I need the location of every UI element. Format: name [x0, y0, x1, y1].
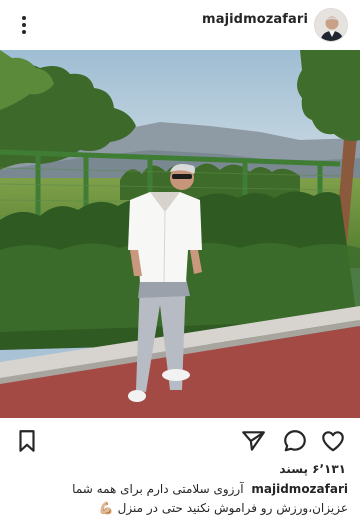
post-header: majidmozafari	[0, 0, 360, 50]
heart-icon[interactable]	[320, 428, 346, 454]
caption-username[interactable]: majidmozafari	[251, 482, 348, 496]
send-icon[interactable]	[240, 428, 266, 454]
bookmark-icon[interactable]	[14, 428, 40, 454]
post-actions	[0, 418, 360, 462]
likes-count[interactable]: ۶٬۱۳۱ پسند	[279, 462, 346, 476]
post-caption: majidmozafari آرزوی سلامتی دارم برای همه…	[12, 480, 348, 518]
more-options-icon[interactable]	[14, 12, 34, 38]
avatar[interactable]	[314, 8, 348, 42]
post-image[interactable]	[0, 50, 360, 418]
post-username[interactable]: majidmozafari	[202, 12, 308, 27]
comment-icon[interactable]	[282, 428, 308, 454]
